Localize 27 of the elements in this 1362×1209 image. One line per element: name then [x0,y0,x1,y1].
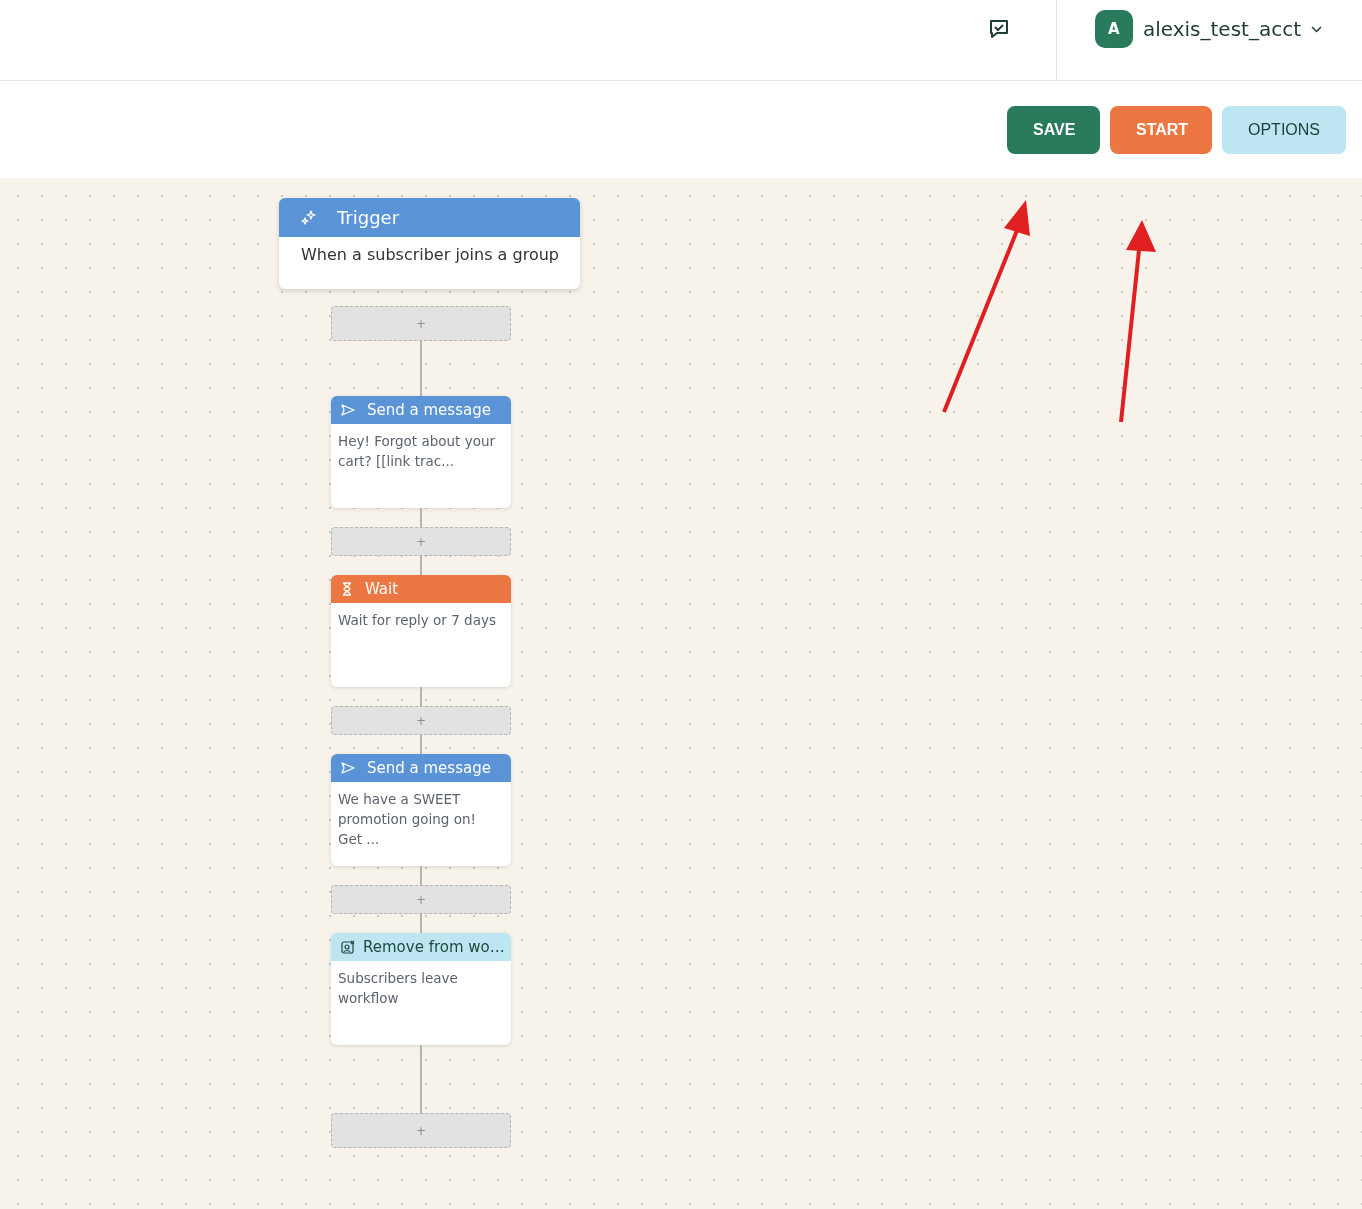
chevron-down-icon[interactable] [1311,25,1322,33]
hourglass-icon [341,582,353,596]
step-description: Subscribers leave workflow [338,970,458,1006]
sparkle-icon [301,209,317,226]
chat-check-icon[interactable] [987,18,1010,40]
step-description: Hey! Forgot about your cart? [[link trac... [338,433,496,469]
trigger-description: When a subscriber joins a group [301,245,559,264]
step-card[interactable]: Wait Wait for reply or 7 days [331,575,511,687]
step-card[interactable]: Send a message We have a SWEET promotion going on! Get ... [331,754,511,866]
account-name[interactable]: alexis_test_acct [1142,17,1301,41]
person-remove-icon [341,940,355,954]
trigger-title: Trigger [337,207,400,228]
step-card[interactable]: Send a message Hey! Forgot about your cart? [[link trac... [331,396,511,508]
step-title: Send a message [367,401,491,419]
step-title: Remove from wo… [363,938,505,956]
save-button[interactable]: SAVE [1007,105,1100,154]
step-description: Wait for reply or 7 days [338,612,496,628]
step-title: Send a message [367,759,491,777]
step-title: Wait [365,580,399,598]
step-description: We have a SWEET promotion going on! Get ... [338,791,476,847]
options-button[interactable]: OPTIONS [1222,105,1346,154]
step-card[interactable]: Remove from wo… Subscribers leave workflow [331,933,511,1045]
send-icon [341,404,355,416]
start-button[interactable]: START [1110,105,1212,154]
avatar[interactable]: A [1094,10,1133,48]
trigger-card[interactable]: Trigger When a subscriber joins a group [279,198,580,289]
send-icon [341,762,355,774]
